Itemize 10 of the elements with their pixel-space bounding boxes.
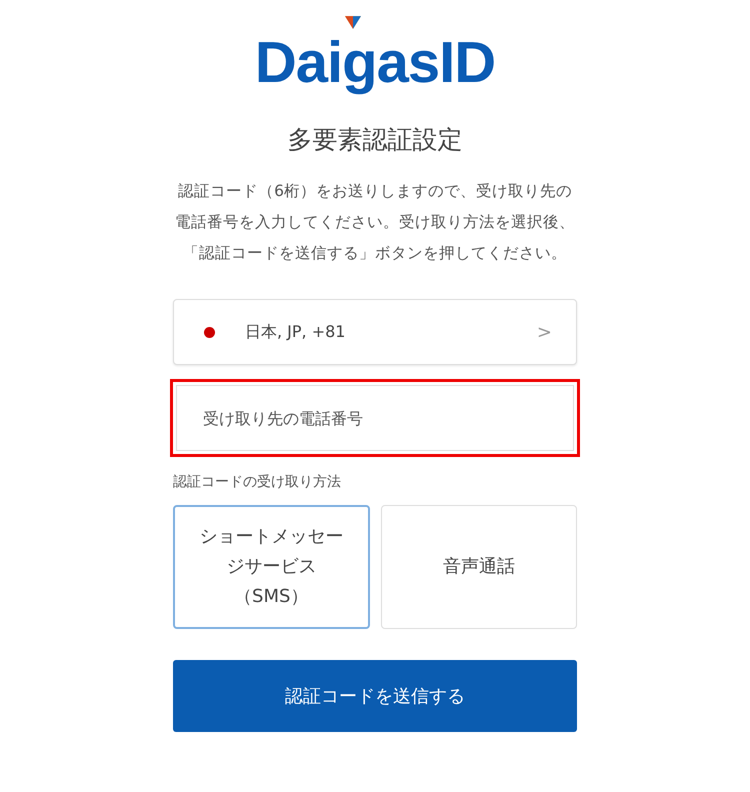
method-option[interactable]: 音声通話 [380,505,577,629]
submit-button[interactable]: 認証コードを送信する [173,660,577,732]
method-label: 認証コードの受け取り方法 [173,473,342,491]
phone-input-field[interactable]: 受け取り先の電話番号 [176,385,574,451]
country-selector[interactable]: 日本, JP, +81 > [173,299,577,365]
triangle-logo-icon [344,16,361,29]
logo: DaigasID [254,29,496,97]
page-title: 多要素認証設定 [286,124,464,156]
method-option[interactable]: ショートメッセージサービス（SMS） [173,505,370,629]
description-text: 認証コード（6桁）をお送りしますので、受け取り先の電話番号を入力してください。受け取り方法を選択後、「認証コードを送信する」ボタンを押してください。 [174,181,576,264]
